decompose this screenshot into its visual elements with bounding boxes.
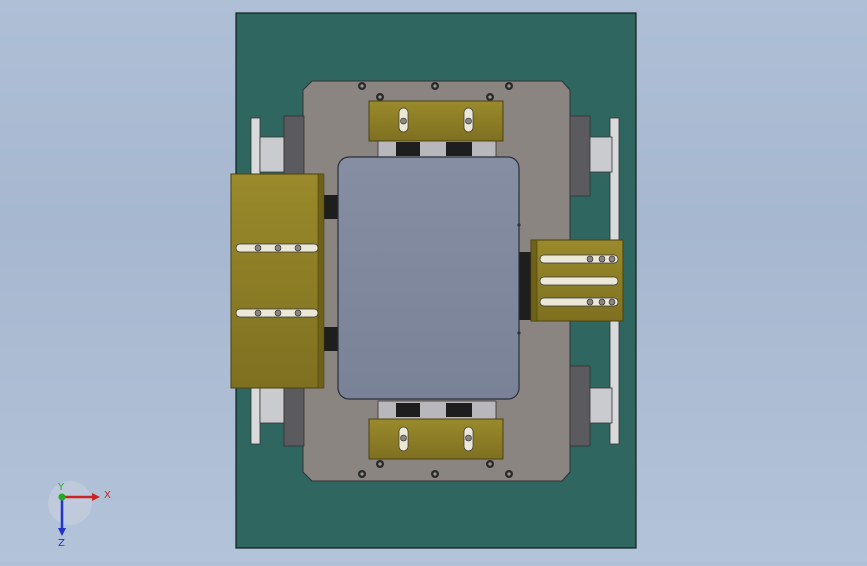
- bottom-slider-block[interactable]: [377, 400, 497, 420]
- y-axis-dot: [58, 493, 66, 501]
- top-slider-block[interactable]: [377, 139, 497, 159]
- z-axis-arrowhead: [58, 528, 66, 536]
- left-clamp[interactable]: [230, 173, 325, 389]
- x-axis-arrowhead: [92, 493, 100, 501]
- coordinate-triad[interactable]: X Y Z: [48, 481, 111, 549]
- x-axis-label: X: [104, 490, 111, 501]
- y-axis-label: Y: [57, 482, 65, 493]
- bottom-clamp[interactable]: [368, 418, 504, 460]
- center-workpiece[interactable]: [337, 156, 521, 400]
- 3d-viewport[interactable]: X Y Z: [0, 0, 867, 562]
- z-axis-label: Z: [58, 538, 65, 549]
- top-clamp[interactable]: [368, 100, 504, 142]
- right-clamp[interactable]: [530, 239, 624, 322]
